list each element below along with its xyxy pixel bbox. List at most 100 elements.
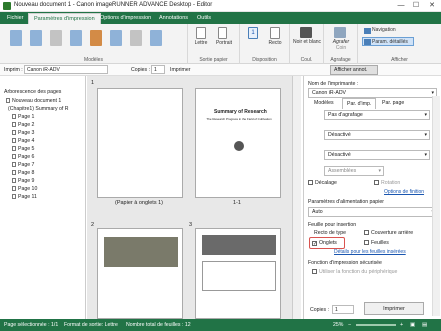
rotation-checkbox[interactable]: Rotation [374, 180, 400, 186]
tree-page-10[interactable]: Page 10 [12, 186, 37, 193]
tree-chapter-label: (Chapitre1) Summary of R [8, 106, 69, 112]
pages-per-sheet-icon[interactable]: 1 [248, 27, 258, 39]
tree-page-7[interactable]: Page 7 [12, 162, 34, 169]
finishing-options-link[interactable]: Options de finition [384, 189, 424, 195]
inserted-sheets-details-link[interactable]: Détails pour les feuilles insérées [334, 249, 406, 255]
printer-select[interactable]: Canon iR-ADV [24, 65, 108, 74]
option-select-1[interactable]: Désactivé ▾ [324, 130, 430, 140]
use-device-function-checkbox[interactable]: Utiliser la fonction du périphérique [312, 269, 397, 275]
chart-image [202, 235, 276, 255]
checkbox-icon [374, 180, 379, 185]
page-icon [12, 162, 16, 167]
close-button[interactable]: ✕ [425, 1, 439, 11]
tree-page-8[interactable]: Page 8 [12, 170, 34, 177]
staple-select[interactable]: Pas d'agrafage ▾ [324, 110, 430, 120]
total-sheets-status: Nombre total de feuilles : 12 [126, 322, 191, 328]
preview-scrollbar[interactable] [292, 76, 301, 319]
template-1-icon[interactable] [10, 30, 22, 46]
tab-sheet-page[interactable] [97, 88, 183, 198]
printer-name-select[interactable]: Canon iR-ADV ▾ [308, 88, 437, 98]
page-icon [12, 178, 16, 183]
tree-page-2[interactable]: Page 2 [12, 122, 34, 129]
tree-page-9[interactable]: Page 9 [12, 178, 34, 185]
param-details-icon [364, 39, 371, 45]
insert-sheet-label: Feuille pour insertion [308, 222, 357, 228]
paper-size-button[interactable]: Lettre [191, 40, 211, 46]
tree-page-label: Page 9 [18, 178, 35, 184]
page-icon [12, 138, 16, 143]
collate-select[interactable]: Assemblées ▾ [324, 166, 384, 176]
recto-button[interactable]: Recto [266, 40, 284, 46]
page-number-2: 2 [91, 222, 95, 228]
template-4-icon[interactable] [70, 30, 82, 46]
zoom-slider[interactable] [356, 324, 396, 326]
minimize-button[interactable]: — [394, 1, 408, 11]
checkbox-icon [308, 180, 313, 185]
zoom-in-icon[interactable]: + [400, 319, 403, 331]
orientation-button[interactable]: Portrait [213, 40, 235, 46]
coul-group-label: Coul. [300, 57, 313, 63]
tree-page-11[interactable]: Page 11 [12, 194, 37, 201]
settings-scrollbar[interactable] [432, 96, 440, 316]
tree-page-label: Page 3 [18, 130, 35, 136]
tab-par-page[interactable]: Par. page [382, 100, 404, 106]
page-icon [12, 114, 16, 119]
fit-page-icon[interactable]: ▣ [410, 319, 415, 331]
maximize-button[interactable]: ☐ [409, 1, 423, 11]
tab-fichier[interactable]: Fichier [2, 13, 29, 24]
template-2-icon[interactable] [30, 30, 42, 46]
summary-subtitle: The Research Progress in the Field of Cu… [206, 117, 272, 121]
template-6-icon[interactable] [110, 30, 122, 46]
template-8-icon[interactable] [150, 30, 162, 46]
photo-page[interactable] [97, 228, 183, 319]
show-annotations-button[interactable]: Afficher annot. [330, 65, 378, 75]
param-details-button[interactable]: Param. détaillés [372, 39, 408, 45]
chevron-down-icon: ▾ [378, 168, 381, 174]
tab-options-impression[interactable]: Options d'impression [95, 13, 156, 24]
tree-document-label: Nouveau document 1 [12, 98, 62, 104]
color-mode-button[interactable]: Noir et blanc [292, 39, 322, 45]
navigation-button[interactable]: Navigation [372, 27, 396, 33]
tree-page-label: Page 10 [18, 186, 38, 192]
tree-page-6[interactable]: Page 6 [12, 154, 34, 161]
offset-checkbox[interactable]: Décalage [308, 180, 337, 186]
color-mode-icon [300, 27, 312, 38]
sheets-checkbox[interactable]: Feuilles [364, 240, 389, 246]
copies-input[interactable]: 1 [151, 65, 165, 74]
template-5-icon[interactable] [90, 30, 102, 46]
print-button[interactable]: Imprimer [364, 302, 424, 315]
tab-outils[interactable]: Outils [192, 13, 216, 24]
checkbox-checked-icon [312, 241, 317, 246]
imprimer-toolbar-button[interactable]: Imprimer [170, 67, 190, 73]
tab-parametres-impression[interactable]: Paramètres d'impression [28, 13, 101, 24]
tab-annotations[interactable]: Annotations [154, 13, 193, 24]
couleur-group: Noir et blanc Coul. [290, 24, 324, 64]
tree-document[interactable]: Nouveau document 1 [6, 98, 61, 105]
summary-page[interactable]: Summary of Research The Research Progres… [195, 88, 281, 198]
right-copies-input[interactable]: 1 [332, 305, 354, 314]
option-select-2[interactable]: Désactivé ▾ [324, 150, 430, 160]
zoom-level: 25% [333, 322, 344, 328]
tree-page-5[interactable]: Page 5 [12, 146, 34, 153]
tree-chapter[interactable]: (Chapitre1) Summary of R [8, 106, 69, 113]
tabs-checkbox[interactable]: Onglets [312, 240, 337, 246]
page-preview-area[interactable]: 1 (Papier à onglets 1) Summary of Resear… [87, 76, 301, 319]
print-settings-pane: Nom de l'imprimante : Canon iR-ADV ▾ Modè… [303, 76, 441, 319]
fit-width-icon[interactable]: ▤ [422, 319, 427, 331]
paper-source-value: Auto [312, 209, 323, 215]
tree-page-4[interactable]: Page 4 [12, 138, 34, 145]
page-icon [12, 130, 16, 135]
back-cover-checkbox[interactable]: Couverture arrière [364, 230, 413, 236]
tree-page-3[interactable]: Page 3 [12, 130, 34, 137]
tab-modeles[interactable]: Modèles [314, 100, 334, 106]
paper-source-select[interactable]: Auto▾ [308, 207, 437, 217]
secure-print-label: Fonction d'impression sécurisée [308, 260, 382, 266]
tree-page-label: Page 2 [18, 122, 35, 128]
template-7-icon[interactable] [130, 30, 142, 46]
template-3-icon[interactable] [50, 30, 62, 46]
tab-par-imp[interactable]: Par. d'imp. [342, 98, 377, 109]
table-page[interactable] [195, 228, 281, 319]
tree-page-label: Page 8 [18, 170, 35, 176]
zoom-out-icon[interactable]: − [348, 319, 351, 331]
tree-page-1[interactable]: Page 1 [12, 114, 34, 121]
